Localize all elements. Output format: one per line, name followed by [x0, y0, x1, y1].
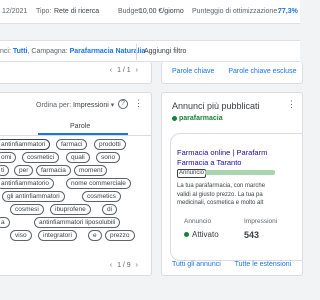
- word-chip[interactable]: cosmesi: [10, 204, 44, 215]
- optimization-score-value[interactable]: 77,3%: [278, 8, 298, 15]
- ad-stats: Annuncio Attivato Impressioni 543: [172, 218, 302, 248]
- impressions-label: Impressioni: [244, 218, 278, 225]
- word-chip[interactable]: integratori: [38, 230, 77, 241]
- word-chip[interactable]: ti: [0, 165, 10, 176]
- word-chip[interactable]: farmacia: [36, 165, 71, 176]
- word-chip[interactable]: prezzo: [105, 230, 135, 241]
- add-filter-button[interactable]: Aggiungi filtro: [144, 48, 186, 55]
- word-chip[interactable]: di: [102, 204, 118, 215]
- all-extensions-link[interactable]: Tutte le estensioni: [235, 261, 292, 268]
- word-chip[interactable]: antinfiammatori liposolubili: [34, 217, 121, 228]
- status-value: Attivato: [184, 230, 219, 239]
- search-terms-card: Ordina per: Impressioni ▾ ? ⋮ Parole ant…: [0, 92, 152, 276]
- word-cloud: antinfiammatori farmaci prodotti omi cos…: [0, 139, 151, 254]
- previous-card-footer-right: Parole chiave Parole chiave escluse: [161, 62, 303, 84]
- next-page-icon[interactable]: ›: [136, 67, 138, 74]
- word-chip[interactable]: omi: [0, 152, 17, 163]
- view-tabs: Parole: [0, 117, 151, 136]
- pager-top-left: ‹ 1 / 1 ›: [109, 67, 138, 74]
- word-chip[interactable]: prodotti: [94, 139, 126, 150]
- budget-value[interactable]: 10,00 €/giorno: [139, 8, 184, 15]
- word-chip[interactable]: cosmetici: [22, 152, 60, 163]
- type-value: Rete di ricerca: [54, 8, 100, 15]
- word-chip[interactable]: sono: [96, 152, 121, 163]
- word-chip[interactable]: antinfiammatori: [0, 139, 51, 150]
- word-chip[interactable]: nome commerciale: [66, 178, 131, 189]
- tab-words[interactable]: Parole: [70, 123, 90, 130]
- ad-headline: Farmacia online | Parafarm Farmacia a Ta…: [177, 148, 268, 167]
- word-chip[interactable]: farmaci: [56, 139, 88, 150]
- keywords-link[interactable]: Parole chiave: [172, 68, 214, 75]
- type-label: Tipo:: [36, 8, 52, 15]
- optimization-score-label: Punteggio di ottimizzazione:: [192, 8, 280, 15]
- top-ads-card: Annunci più pubblicati ⋮ parafarmacia Fa…: [161, 92, 303, 276]
- help-icon[interactable]: ?: [118, 99, 128, 109]
- word-chip[interactable]: viso: [10, 230, 32, 241]
- campaign-label: parafarmacia: [172, 115, 223, 122]
- all-ads-link[interactable]: Tutti gli annunci: [172, 261, 221, 268]
- filter-campaign: Parafarmacia Naturalia: [69, 48, 146, 55]
- filter-all: Tutti: [12, 48, 28, 55]
- previous-card-footer-left: ‹ 1 / 1 ›: [0, 62, 152, 84]
- word-chip[interactable]: cosmetics: [82, 191, 121, 202]
- prev-page-icon[interactable]: ‹: [110, 262, 112, 269]
- campaign-info-bar: 12/2021 Tipo: Rete di ricerca Budget: 10…: [0, 0, 300, 24]
- word-chip[interactable]: a: [0, 217, 10, 228]
- chevron-down-icon: ▾: [110, 102, 115, 109]
- filter-divider: [136, 44, 137, 60]
- impressions-value: 543: [244, 230, 260, 240]
- ad-url-redacted: [205, 170, 275, 175]
- prev-page-icon[interactable]: ‹: [110, 67, 112, 74]
- word-chip[interactable]: e: [88, 230, 102, 241]
- sort-selector[interactable]: Ordina per: Impressioni ▾: [36, 101, 114, 109]
- date-range: 12/2021: [2, 8, 28, 15]
- word-chip[interactable]: per: [14, 165, 34, 176]
- word-chip[interactable]: quali: [66, 152, 90, 163]
- word-chip[interactable]: ibuprofene: [50, 204, 91, 215]
- filter-bar: nci: Tutti, Campagna: Parafarmacia Natur…: [0, 40, 300, 62]
- word-chip[interactable]: antinfiammatorio: [0, 178, 55, 189]
- word-chip[interactable]: gli antinfiammatori: [2, 191, 65, 202]
- sort-value: Impressioni: [72, 102, 109, 109]
- status-dot-icon: [172, 115, 177, 121]
- ad-badge: Annuncio: [177, 169, 207, 178]
- ad-description: La tua parafarmacia, con marche validi a…: [177, 183, 266, 206]
- word-chip[interactable]: moment: [74, 165, 108, 176]
- filter-breadcrumb[interactable]: nci: Tutti, Campagna: Parafarmacia Natur…: [0, 48, 145, 55]
- more-options-icon[interactable]: ⋮: [134, 98, 143, 108]
- status-label: Annuncio: [184, 218, 212, 225]
- more-options-icon[interactable]: ⋮: [287, 99, 296, 110]
- active-dot-icon: [184, 232, 189, 238]
- next-page-icon[interactable]: ›: [136, 262, 138, 269]
- negative-keywords-link[interactable]: Parole chiave escluse: [228, 68, 296, 75]
- card-title: Annunci più pubblicati: [172, 101, 260, 111]
- pager-bottom-left: ‹ 1 / 9 ›: [109, 262, 138, 269]
